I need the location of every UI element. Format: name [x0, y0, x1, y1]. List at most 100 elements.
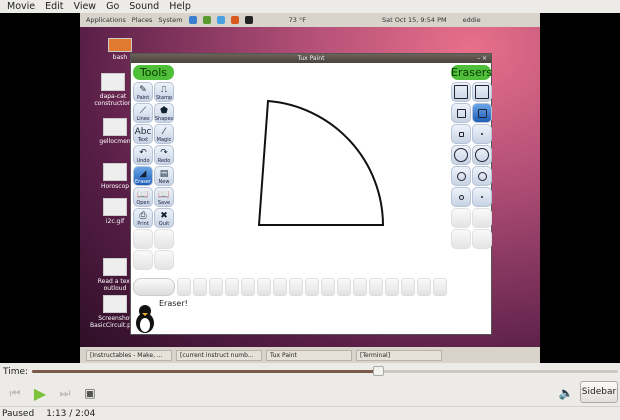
tool-stamp[interactable]: ⎍ Stamp — [154, 82, 174, 102]
terminal-icon — [244, 16, 253, 24]
time-row: Time: — [0, 364, 620, 379]
color-swatch[interactable] — [353, 278, 367, 296]
eraser-circle-large[interactable] — [451, 145, 471, 165]
color-swatch[interactable] — [369, 278, 383, 296]
tool-label: Stamp — [155, 95, 173, 101]
empty-tool-slot — [133, 229, 153, 249]
menu-bar: Movie Edit View Go Sound Help — [0, 0, 620, 13]
tool-paint[interactable]: ✎ Paint — [133, 82, 153, 102]
eraser-circle-icon — [477, 171, 487, 181]
color-swatch[interactable] — [257, 278, 271, 296]
clock: Sat Oct 15, 9:54 PM — [381, 16, 447, 24]
undo-icon: ↶ — [139, 148, 147, 158]
taskbar-item: Tux Paint — [266, 349, 352, 361]
fullscreen-button[interactable]: ▣ — [80, 382, 100, 404]
eraser-square-large[interactable] — [451, 82, 471, 102]
tool-save[interactable]: 📖 Save — [154, 187, 174, 207]
color-swatch[interactable] — [337, 278, 351, 296]
tool-label: Shapes — [154, 116, 174, 122]
eraser-circle-large[interactable] — [472, 145, 492, 165]
tool-eraser[interactable]: ◢ Eraser — [133, 166, 153, 186]
menu-movie[interactable]: Movie — [4, 1, 38, 12]
tool-new[interactable]: ▤ New — [154, 166, 174, 186]
tool-label: Lines — [136, 116, 150, 122]
eraser-square-tiny[interactable] — [472, 124, 492, 144]
volume-button[interactable]: 🔈 — [556, 382, 576, 404]
video-frame-desktop: Applications Places System 73 °F Sat Oct… — [80, 13, 540, 363]
eraser-circle-icon — [456, 171, 466, 181]
seek-slider[interactable] — [32, 366, 618, 376]
color-swatch[interactable] — [321, 278, 335, 296]
sidebar-button[interactable]: Sidebar — [580, 381, 618, 403]
color-swatch[interactable] — [289, 278, 303, 296]
tool-label: Paint — [136, 95, 150, 101]
tool-label: Open — [136, 200, 150, 206]
previous-chapter-button[interactable]: ⏮ — [5, 382, 25, 404]
menu-go[interactable]: Go — [103, 1, 122, 12]
play-button[interactable]: ▶ — [30, 382, 50, 404]
desktop-icon-thumbnail — [103, 118, 127, 136]
next-chapter-button[interactable]: ⏭ — [55, 382, 75, 404]
color-swatch[interactable] — [225, 278, 239, 296]
tool-undo[interactable]: ↶ Undo — [133, 145, 153, 165]
tool-magic[interactable]: ⁄ Magic — [154, 124, 174, 144]
color-swatch[interactable] — [305, 278, 319, 296]
color-swatch[interactable] — [241, 278, 255, 296]
status-bar: Paused 1:13 / 2:04 — [0, 406, 620, 420]
play-icon: ▶ — [33, 383, 47, 403]
eraser-square-icon — [456, 108, 466, 118]
printer-icon: ⎙ — [139, 211, 147, 221]
eraser-square-medium[interactable] — [472, 103, 492, 123]
desktop-taskbar: [Instructables - Make, ... [current instr… — [80, 347, 540, 363]
tool-open[interactable]: 📖 Open — [133, 187, 153, 207]
desktop-icon-thumbnail — [103, 295, 127, 313]
menu-view[interactable]: View — [71, 1, 100, 12]
eraser-circle-icon — [481, 196, 483, 198]
applications-menu: Applications — [86, 16, 126, 24]
video-area[interactable]: Applications Places System 73 °F Sat Oct… — [0, 13, 620, 363]
save-book-icon: 📖 — [158, 190, 170, 200]
color-swatch[interactable] — [273, 278, 287, 296]
tool-quit[interactable]: ✖ Quit — [154, 208, 174, 228]
skip-back-icon: ⏮ — [9, 385, 21, 400]
eraser-circle-tiny[interactable] — [472, 187, 492, 207]
menu-sound[interactable]: Sound — [126, 1, 162, 12]
tools-header: Tools — [133, 65, 174, 80]
color-swatch[interactable] — [177, 278, 191, 296]
playback-status: Paused — [2, 408, 35, 419]
pentagon-icon: ⬟ — [160, 106, 168, 116]
empty-eraser-slot — [472, 208, 492, 228]
eraser-circle-small[interactable] — [451, 187, 471, 207]
eraser-square-medium[interactable] — [451, 103, 471, 123]
tool-print[interactable]: ⎙ Print — [133, 208, 153, 228]
eraser-circle-icon — [454, 148, 468, 162]
tool-redo[interactable]: ↷ Redo — [154, 145, 174, 165]
drawing-canvas[interactable] — [176, 63, 449, 276]
launcher-icon — [202, 16, 211, 24]
desktop-icon-thumbnail — [101, 73, 125, 91]
color-swatch[interactable] — [433, 278, 447, 296]
eraser-icon: ◢ — [139, 169, 147, 179]
color-swatch[interactable] — [401, 278, 415, 296]
empty-tool-slot — [154, 229, 174, 249]
empty-eraser-slot — [451, 208, 471, 228]
menu-help[interactable]: Help — [166, 1, 194, 12]
color-swatch[interactable] — [385, 278, 399, 296]
window-title: Tux Paint — [297, 55, 325, 62]
color-swatch[interactable] — [417, 278, 431, 296]
tux-penguin-icon — [136, 305, 154, 333]
tool-text[interactable]: Abc Text — [133, 124, 153, 144]
tool-shapes[interactable]: ⬟ Shapes — [154, 103, 174, 123]
eraser-circle-medium[interactable] — [472, 166, 492, 186]
text-icon: Abc — [134, 127, 152, 137]
tux-paint-window: Tux Paint – × Tools ✎ Paint ⎍ Stamp ⟋ Lines ⬟ Sh… — [130, 53, 492, 335]
eraser-circle-medium[interactable] — [451, 166, 471, 186]
eraser-square-small[interactable] — [451, 124, 471, 144]
seek-handle[interactable] — [372, 366, 384, 376]
desktop-icon-thumbnail — [103, 198, 127, 216]
color-swatch[interactable] — [209, 278, 223, 296]
menu-edit[interactable]: Edit — [42, 1, 66, 12]
eraser-square-large[interactable] — [472, 82, 492, 102]
color-swatch[interactable] — [193, 278, 207, 296]
tool-lines[interactable]: ⟋ Lines — [133, 103, 153, 123]
